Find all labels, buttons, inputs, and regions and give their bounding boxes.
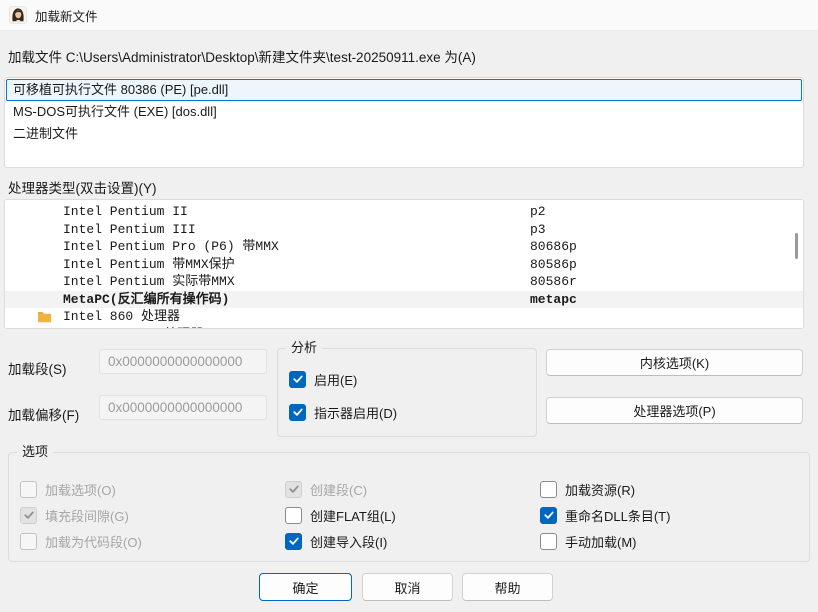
create-flat-group-checkbox-label: 创建FLAT组(L) bbox=[310, 506, 396, 525]
processor-code: metapc bbox=[530, 291, 577, 309]
options-group-legend: 选项 bbox=[17, 444, 53, 460]
kernel-options-button[interactable]: 内核选项(K) bbox=[546, 349, 803, 376]
load-segment-label: 加载段(S) bbox=[8, 358, 67, 378]
processor-options-button[interactable]: 处理器选项(P) bbox=[546, 397, 803, 424]
analysis-group: 分析 bbox=[277, 348, 537, 437]
processor-name: Intel 860 处理器 bbox=[63, 308, 180, 326]
analysis-indicator-checkbox[interactable] bbox=[289, 404, 306, 421]
load-new-file-dialog: 加载新文件 加载文件 C:\Users\Administrator\Deskto… bbox=[0, 0, 818, 612]
analysis-indicator-checkbox-label: 指示器启用(D) bbox=[314, 403, 397, 422]
create-imports-segment-checkbox-row: 创建导入段(I) bbox=[285, 532, 387, 550]
processor-type-label: 处理器类型(双击设置)(Y) bbox=[8, 177, 157, 197]
processor-row[interactable]: Intel Pentium Pro (P6) 带MMX 80686p bbox=[5, 238, 803, 256]
processor-name: MetaPC(反汇编所有操作码) bbox=[63, 291, 229, 309]
processor-name: Intel Pentium II bbox=[63, 203, 188, 221]
help-button[interactable]: 帮助 bbox=[462, 573, 553, 601]
rename-dll-entries-checkbox[interactable] bbox=[540, 507, 557, 524]
format-option[interactable]: 可移植可执行文件 80386 (PE) [pe.dll] bbox=[6, 79, 802, 101]
load-resources-checkbox-row: 加载资源(R) bbox=[540, 480, 635, 498]
processor-code: p2 bbox=[530, 203, 546, 221]
rename-dll-entries-checkbox-label: 重命名DLL条目(T) bbox=[565, 506, 670, 525]
format-option[interactable]: 二进制文件 bbox=[6, 123, 802, 145]
processor-code: 80586r bbox=[530, 273, 577, 291]
load-offset-input bbox=[99, 395, 267, 420]
processor-code: 80586p bbox=[530, 256, 577, 274]
load-as-code-segment-checkbox-label: 加载为代码段(O) bbox=[45, 532, 142, 551]
processor-listbox: Intel Pentium IIp2Intel Pentium IIIp3Int… bbox=[4, 199, 804, 329]
file-format-listbox: 可移植可执行文件 80386 (PE) [pe.dll]MS-DOS可执行文件 … bbox=[4, 77, 804, 168]
processor-name: Intel 860 XP 处理器 bbox=[63, 326, 203, 330]
create-flat-group-checkbox[interactable] bbox=[285, 507, 302, 524]
analysis-enabled-checkbox[interactable] bbox=[289, 371, 306, 388]
fill-segment-gaps-checkbox-label: 填充段间隙(G) bbox=[45, 506, 129, 525]
analysis-indicator-checkbox-row: 指示器启用(D) bbox=[289, 403, 397, 421]
create-imports-segment-checkbox[interactable] bbox=[285, 533, 302, 550]
load-resources-checkbox-label: 加载资源(R) bbox=[565, 480, 635, 499]
rename-dll-entries-checkbox-row: 重命名DLL条目(T) bbox=[540, 506, 670, 524]
folder-icon bbox=[37, 328, 52, 330]
vertical-scrollbar-thumb[interactable] bbox=[795, 233, 798, 259]
fill-segment-gaps-checkbox-row: 填充段间隙(G) bbox=[20, 506, 129, 524]
load-offset-label: 加载偏移(F) bbox=[8, 404, 79, 424]
processor-row[interactable]: Intel Pentium 实际带MMX 80586r bbox=[5, 273, 803, 291]
analysis-enabled-checkbox-label: 启用(E) bbox=[314, 370, 357, 389]
loading-options-checkbox-label: 加载选项(O) bbox=[45, 480, 116, 499]
load-as-code-segment-checkbox-row: 加载为代码段(O) bbox=[20, 532, 142, 550]
processor-name: Intel Pentium 带MMX保护 bbox=[63, 256, 235, 274]
processor-name: Intel Pentium III bbox=[63, 221, 196, 239]
processor-row[interactable]: Intel Pentium 带MMX保护 80586p bbox=[5, 256, 803, 274]
cancel-button[interactable]: 取消 bbox=[362, 573, 453, 601]
window-title: 加载新文件 bbox=[35, 6, 98, 25]
create-imports-segment-checkbox-label: 创建导入段(I) bbox=[310, 532, 387, 551]
manual-load-checkbox[interactable] bbox=[540, 533, 557, 550]
manual-load-checkbox-label: 手动加载(M) bbox=[565, 532, 637, 551]
processor-code: 80686p bbox=[530, 238, 577, 256]
analysis-enabled-checkbox-row: 启用(E) bbox=[289, 370, 357, 388]
folder-icon bbox=[37, 310, 52, 323]
processor-name: Intel Pentium 实际带MMX bbox=[63, 273, 235, 291]
titlebar: 加载新文件 bbox=[0, 0, 818, 31]
load-file-prompt: 加载文件 C:\Users\Administrator\Desktop\新建文件… bbox=[8, 46, 476, 66]
manual-load-checkbox-row: 手动加载(M) bbox=[540, 532, 637, 550]
format-option[interactable]: MS-DOS可执行文件 (EXE) [dos.dll] bbox=[6, 101, 802, 123]
load-segment-input bbox=[99, 349, 267, 374]
processor-row[interactable]: Intel Pentium III p3 bbox=[5, 221, 803, 239]
processor-row[interactable]: Intel Pentium II p2 bbox=[5, 203, 803, 221]
loading-options-checkbox bbox=[20, 481, 37, 498]
create-segments-checkbox-label: 创建段(C) bbox=[310, 480, 367, 499]
create-segments-checkbox bbox=[285, 481, 302, 498]
processor-row[interactable]: Intel 860 XP 处理器 bbox=[5, 326, 803, 330]
app-icon bbox=[9, 6, 27, 24]
processor-row[interactable]: Intel 860 处理器 bbox=[5, 308, 803, 326]
create-flat-group-checkbox-row: 创建FLAT组(L) bbox=[285, 506, 396, 524]
create-segments-checkbox-row: 创建段(C) bbox=[285, 480, 367, 498]
fill-segment-gaps-checkbox bbox=[20, 507, 37, 524]
load-as-code-segment-checkbox bbox=[20, 533, 37, 550]
processor-name: Intel Pentium Pro (P6) 带MMX bbox=[63, 238, 279, 256]
load-resources-checkbox[interactable] bbox=[540, 481, 557, 498]
loading-options-checkbox-row: 加载选项(O) bbox=[20, 480, 116, 498]
processor-row[interactable]: MetaPC(反汇编所有操作码) metapc bbox=[5, 291, 803, 309]
ok-button[interactable]: 确定 bbox=[259, 573, 352, 601]
analysis-group-legend: 分析 bbox=[286, 340, 322, 356]
processor-code: p3 bbox=[530, 221, 546, 239]
